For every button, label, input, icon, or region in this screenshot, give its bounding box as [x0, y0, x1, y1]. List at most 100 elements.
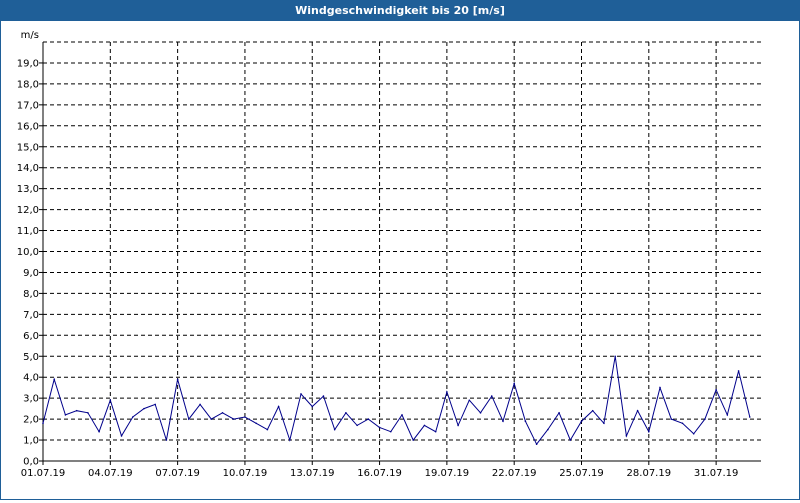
data-point — [737, 370, 740, 372]
y-tick-label: 6,0 — [23, 331, 39, 342]
data-point — [748, 416, 751, 418]
data-point — [255, 422, 257, 425]
data-point — [423, 424, 426, 427]
data-point — [232, 418, 235, 420]
y-tick-label: 5,0 — [23, 352, 39, 363]
data-point — [625, 435, 628, 437]
data-point — [446, 391, 448, 393]
data-point — [154, 403, 156, 406]
data-point — [120, 435, 123, 437]
x-tick-label: 22.07.19 — [492, 468, 537, 479]
x-tick-label: 16.07.19 — [357, 468, 402, 479]
data-point — [681, 422, 684, 425]
data-point — [311, 405, 314, 408]
data-point — [490, 395, 493, 397]
data-point — [670, 418, 673, 420]
y-tick-label: 0,0 — [23, 457, 39, 468]
x-tick-label: 28.07.19 — [627, 468, 672, 479]
y-tick-label: 19,0 — [17, 58, 39, 69]
x-tick-label: 07.07.19 — [155, 468, 200, 479]
y-tick-label: 12,0 — [17, 205, 39, 216]
data-point — [603, 422, 605, 425]
data-point — [64, 414, 67, 416]
data-point — [109, 399, 112, 402]
data-point — [300, 393, 302, 395]
data-point — [165, 439, 168, 441]
data-point — [131, 416, 134, 418]
data-point — [345, 412, 347, 414]
y-tick-label: 15,0 — [17, 142, 39, 153]
data-point — [659, 386, 661, 389]
data-point — [401, 414, 403, 416]
y-tick-label: 17,0 — [17, 100, 39, 111]
x-tick-label: 25.07.19 — [559, 468, 604, 479]
window-title: Windgeschwindigkeit bis 20 [m/s] — [1, 1, 799, 21]
y-tick-label: 18,0 — [17, 79, 39, 90]
data-point — [389, 430, 392, 433]
x-tick-label: 10.07.19 — [223, 468, 268, 479]
data-point — [221, 412, 224, 414]
data-point — [636, 409, 639, 412]
data-point — [210, 418, 213, 420]
data-point — [468, 399, 471, 402]
data-point — [412, 439, 415, 441]
y-tick-label: 13,0 — [17, 184, 39, 195]
data-point — [715, 388, 717, 391]
data-point — [726, 414, 729, 416]
y-tick-label: 2,0 — [23, 415, 39, 426]
data-point — [479, 412, 482, 414]
y-tick-label: 1,0 — [23, 436, 39, 447]
data-point — [75, 409, 78, 412]
data-point — [591, 409, 594, 412]
data-point — [143, 407, 145, 410]
x-tick-label: 01.07.19 — [21, 468, 66, 479]
data-point — [648, 430, 650, 433]
x-tick-label: 31.07.19 — [694, 468, 739, 479]
data-point — [266, 428, 269, 431]
data-point — [535, 443, 538, 446]
data-point — [614, 355, 616, 358]
y-tick-label: 16,0 — [17, 121, 39, 132]
data-point — [513, 382, 515, 385]
y-tick-label: 3,0 — [23, 394, 39, 405]
plot-area: 0,0 1,0 2,0 3,0 4,0 5,0 6,0 7,0 8,0 9,0 10,0 11,0 12… — [1, 21, 799, 499]
data-point — [367, 418, 370, 420]
x-tick-label: 04.07.19 — [88, 468, 133, 479]
data-point — [569, 439, 572, 441]
data-point — [547, 428, 549, 431]
wind-speed-chart: 0,0 1,0 2,0 3,0 4,0 5,0 6,0 7,0 8,0 9,0 10,0 11,0 12… — [17, 30, 761, 479]
data-point — [42, 422, 44, 425]
y-tick-label: 11,0 — [17, 226, 39, 237]
y-tick-label: 9,0 — [23, 268, 39, 279]
data-point — [322, 395, 325, 397]
y-tick-label: 7,0 — [23, 310, 39, 321]
data-point — [378, 426, 381, 429]
data-point — [356, 424, 358, 427]
data-point — [692, 432, 695, 435]
data-point — [289, 439, 291, 441]
data-point — [524, 420, 527, 422]
x-tick-label: 19.07.19 — [425, 468, 470, 479]
data-point — [558, 412, 560, 414]
y-axis-label: m/s — [21, 30, 39, 41]
data-point — [457, 424, 459, 427]
y-tick-label: 10,0 — [17, 247, 39, 258]
x-tick-label: 13.07.19 — [290, 468, 335, 479]
series-line — [42, 356, 751, 446]
data-point — [98, 430, 100, 433]
data-point — [176, 378, 179, 381]
data-point — [580, 420, 583, 422]
y-tick-label: 14,0 — [17, 163, 39, 174]
chart-window: Windgeschwindigkeit bis 20 [m/s] 0,0 1,0 2… — [0, 0, 800, 500]
data-point — [188, 418, 190, 420]
data-point — [244, 416, 246, 418]
data-point — [333, 428, 336, 431]
data-point — [502, 420, 504, 422]
y-tick-label: 4,0 — [23, 373, 39, 384]
data-point — [87, 412, 89, 414]
data-point — [199, 403, 201, 406]
data-point — [277, 405, 280, 408]
data-point — [434, 430, 437, 433]
data-point — [704, 418, 706, 420]
data-point — [53, 378, 56, 381]
